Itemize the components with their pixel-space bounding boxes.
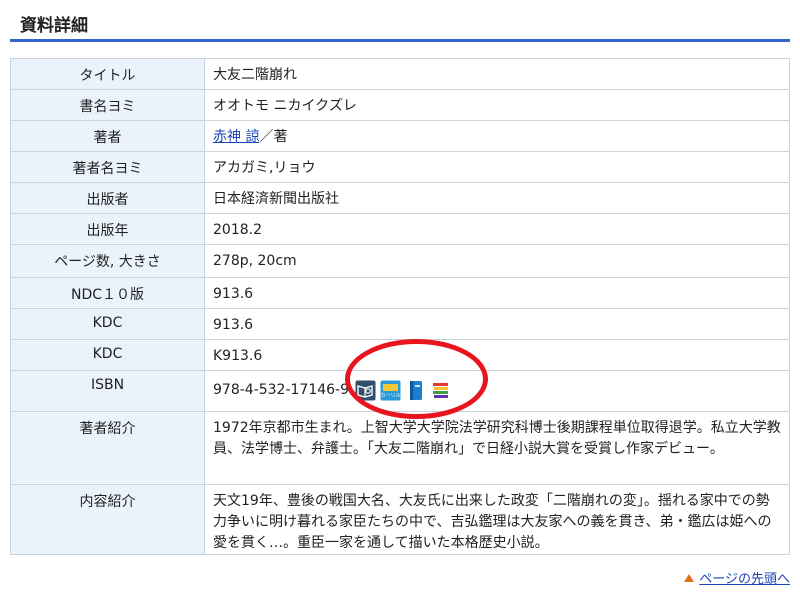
table-row: 内容紹介 天文19年、豊後の戦国大名、大友氏に出来した政変「二階崩れの変」。揺れ… (10, 484, 790, 555)
table-row: 著者名ヨミ アカガミ,リョウ (10, 151, 790, 183)
row-value: 天文19年、豊後の戦国大名、大友氏に出来した政変「二階崩れの変」。揺れる家中での… (204, 484, 790, 555)
page: 資料詳細 タイトル 大友二階崩れ 書名ヨミ オオトモ ニカイクズレ 著者 赤神 … (0, 0, 800, 595)
row-label: 著者 (10, 120, 205, 152)
table-row: NDC１０版 913.6 (10, 277, 790, 309)
row-value: アカガミ,リョウ (204, 151, 790, 183)
table-row: ISBN 978-4-532-17146-9 カーリル (10, 370, 790, 412)
row-value: 赤神 諒／著 (204, 120, 790, 152)
table-row: 著者 赤神 諒／著 (10, 120, 790, 152)
row-label: 著者名ヨミ (10, 151, 205, 183)
page-title: 資料詳細 (20, 16, 88, 36)
table-row: KDC K913.6 (10, 339, 790, 371)
row-label: NDC１０版 (10, 277, 205, 309)
book-stack-icon[interactable] (430, 380, 451, 401)
row-value: K913.6 (204, 339, 790, 371)
row-label: ページ数, 大きさ (10, 244, 205, 278)
table-row: 出版者 日本経済新聞出版社 (10, 182, 790, 214)
calil-label: カーリル (381, 393, 401, 399)
table-row: ページ数, 大きさ 278p, 20cm (10, 244, 790, 278)
row-label: 著者紹介 (10, 411, 205, 485)
table-row: 著者紹介 1972年京都市生まれ。上智大学大学院法学研究科博士後期課程単位取得退… (10, 411, 790, 485)
row-label: 出版者 (10, 182, 205, 214)
row-label: 内容紹介 (10, 484, 205, 555)
row-value: 913.6 (204, 308, 790, 340)
row-value: 278p, 20cm (204, 244, 790, 278)
row-label: KDC (10, 339, 205, 371)
blue-book-icon[interactable] (405, 380, 426, 401)
author-role: ／著 (259, 129, 288, 145)
arrow-up-icon (684, 573, 695, 582)
section-header: 資料詳細 (10, 0, 790, 42)
row-label: ISBN (10, 370, 205, 412)
row-value: 1972年京都市生まれ。上智大学大学院法学研究科博士後期課程単位取得退学。私立大… (204, 411, 790, 485)
row-value: オオトモ ニカイクズレ (204, 89, 790, 121)
row-label: KDC (10, 308, 205, 340)
detail-table: タイトル 大友二階崩れ 書名ヨミ オオトモ ニカイクズレ 著者 赤神 諒／著 著… (10, 58, 790, 555)
row-value: 日本経済新聞出版社 (204, 182, 790, 214)
row-value: 大友二階崩れ (204, 58, 790, 90)
table-row: タイトル 大友二階崩れ (10, 58, 790, 90)
row-label: 書名ヨミ (10, 89, 205, 121)
author-link[interactable]: 赤神 諒 (213, 129, 259, 145)
row-value: 978-4-532-17146-9 カーリル (204, 370, 790, 412)
row-label: タイトル (10, 58, 205, 90)
back-to-top-link[interactable]: ページの先頭へ (684, 568, 790, 587)
row-value: 2018.2 (204, 213, 790, 245)
row-value: 913.6 (204, 277, 790, 309)
table-row: KDC 913.6 (10, 308, 790, 340)
isbn-value: 978-4-532-17146-9 (213, 382, 350, 398)
table-row: 出版年 2018.2 (10, 213, 790, 245)
book-search-icon[interactable] (355, 380, 376, 401)
back-to-top-label: ページの先頭へ (699, 572, 790, 587)
calil-icon[interactable]: カーリル (380, 380, 401, 401)
row-label: 出版年 (10, 213, 205, 245)
table-row: 書名ヨミ オオトモ ニカイクズレ (10, 89, 790, 121)
